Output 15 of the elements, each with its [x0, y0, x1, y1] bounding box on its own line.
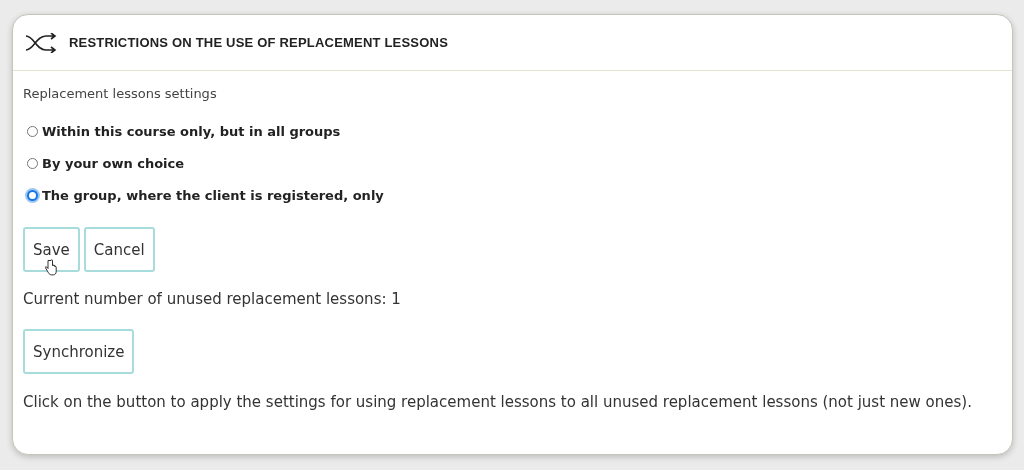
shuffle-icon — [25, 32, 59, 53]
radio-button[interactable] — [27, 157, 38, 169]
synchronize-button[interactable]: Synchronize — [23, 329, 135, 374]
unused-count-text: Current number of unused replacement lessons: 1 — [23, 290, 401, 308]
save-button[interactable]: Save — [23, 227, 80, 272]
option-label: The group, where the client is registered, only — [42, 187, 384, 203]
hand-cursor-icon — [45, 259, 57, 276]
panel-title: RESTRICTIONS ON THE USE OF REPLACEMENT LESSONS — [69, 35, 448, 50]
settings-label: Replacement lessons settings — [23, 86, 217, 101]
radio-button[interactable] — [27, 125, 38, 137]
note-text: Click on the button to apply the settings for using replacement lessons to all unused replacement lessons (not just new ones). — [23, 393, 972, 411]
radio-button[interactable] — [27, 189, 38, 201]
option-label: By your own choice — [42, 155, 185, 171]
option-label: Within this course only, but in all groups — [42, 123, 341, 139]
cancel-button[interactable]: Cancel — [83, 227, 155, 272]
